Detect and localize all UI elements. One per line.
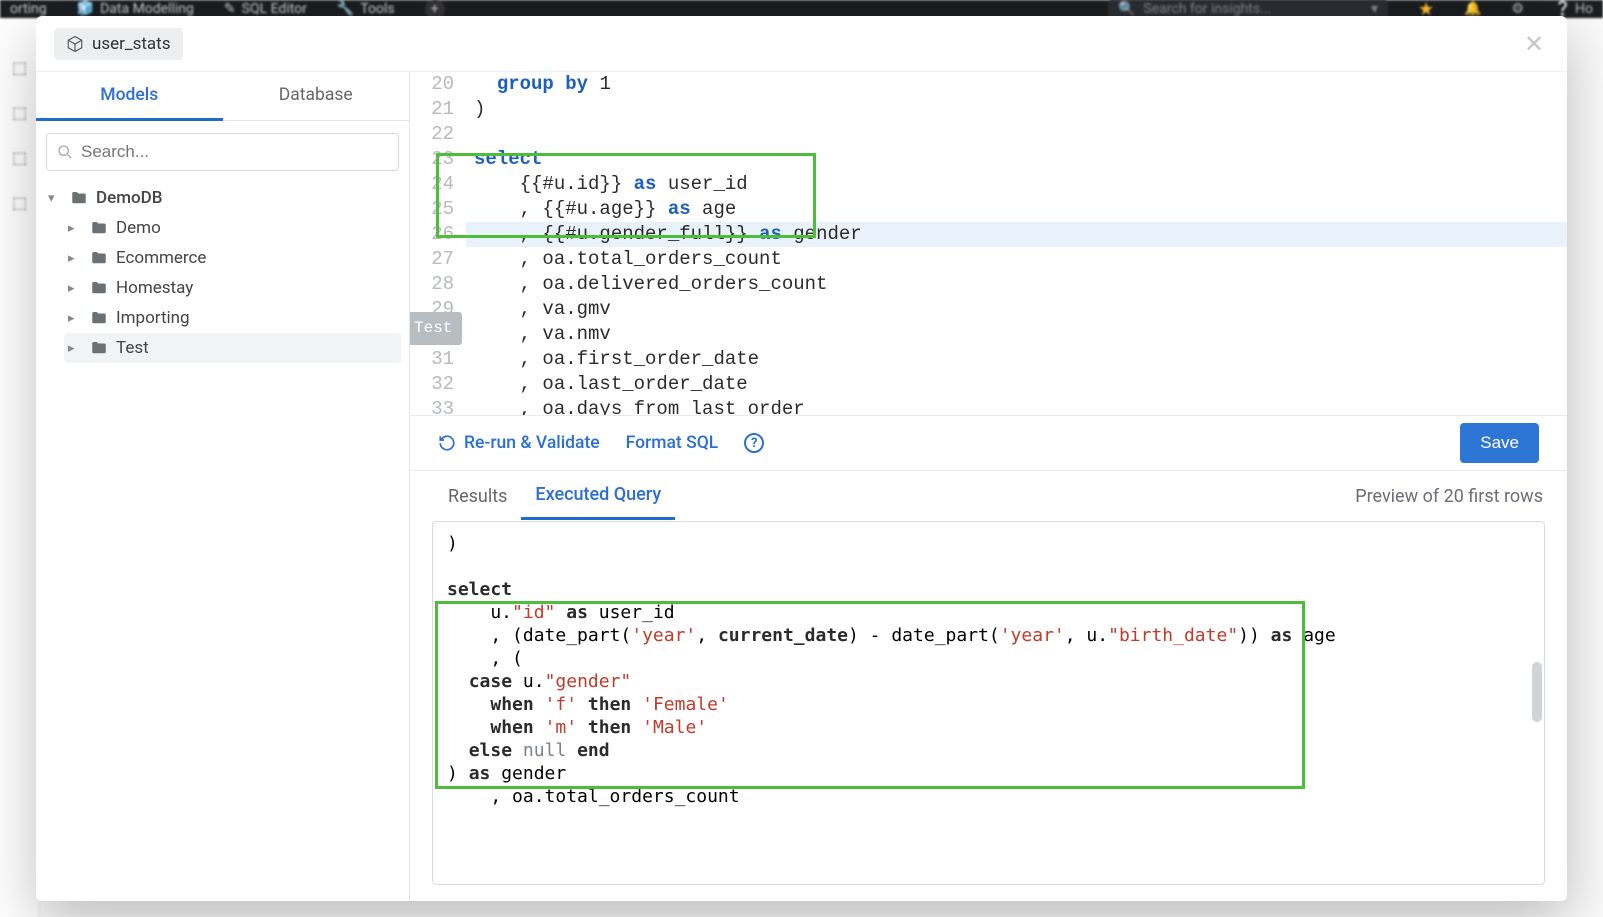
close-button[interactable]: ✕ — [1519, 29, 1549, 59]
search-placeholder: Search for insights... — [1143, 1, 1271, 17]
tree-item-demo[interactable]: ▸Demo — [64, 213, 401, 243]
lower-tabs: Results Executed Query Preview of 20 fir… — [410, 471, 1567, 521]
tree-item-ecommerce[interactable]: ▸Ecommerce — [64, 243, 401, 273]
topbar-item[interactable]: 🔧 Tools — [337, 1, 395, 17]
cube-icon: ⬚ — [12, 148, 27, 167]
cube-icon: ⬚ — [12, 193, 27, 212]
save-button[interactable]: Save — [1460, 423, 1539, 463]
model-tree: ▾DemoDB▸Demo▸Ecommerce▸Homestay▸Importin… — [36, 183, 409, 363]
cube-icon — [66, 35, 84, 53]
tree-root[interactable]: ▾DemoDB — [44, 183, 401, 213]
cube-icon: ⬚ — [12, 103, 27, 122]
topbar-item[interactable]: orting — [10, 1, 47, 17]
sql-editor[interactable]: 20212223242526272829303132333435 group b… — [410, 72, 1567, 415]
search-icon — [57, 144, 73, 160]
refresh-icon — [438, 434, 456, 452]
scrollbar[interactable] — [1532, 662, 1542, 722]
model-search-input[interactable] — [81, 142, 388, 162]
model-search[interactable] — [46, 133, 399, 171]
bg-sidebar: ⬚ ⬚ ⬚ ⬚ — [0, 18, 40, 917]
tree-item-importing[interactable]: ▸Importing — [64, 303, 401, 333]
model-chip-label: user_stats — [92, 34, 171, 54]
editor-code[interactable]: group by 1)select {{#u.id}} as user_id ,… — [466, 72, 1567, 415]
cube-icon: ⬚ — [12, 58, 27, 77]
tab-results[interactable]: Results — [434, 474, 521, 519]
editor-gutter: 20212223242526272829303132333435 — [410, 72, 466, 415]
modal-header: user_stats ✕ — [36, 16, 1567, 72]
help-icon[interactable]: ❔ Ho — [1554, 1, 1593, 17]
model-editor-modal: user_stats ✕ Models Database ▾DemoDB▸Dem… — [36, 16, 1567, 901]
tab-database[interactable]: Database — [223, 72, 410, 120]
executed-query-text: ) select u."id" as user_id , (date_part(… — [447, 532, 1530, 808]
tree-item-test[interactable]: ▸Test — [64, 333, 401, 363]
topbar-item[interactable]: 🧊 Data Modelling — [77, 1, 194, 17]
tab-executed-query[interactable]: Executed Query — [521, 472, 675, 520]
rerun-validate-button[interactable]: Re-run & Validate — [438, 433, 600, 453]
tree-item-homestay[interactable]: ▸Homestay — [64, 273, 401, 303]
chevron-down-icon: ▾ — [1371, 1, 1378, 17]
preview-label: Preview of 20 first rows — [1355, 486, 1543, 507]
model-chip[interactable]: user_stats — [54, 28, 183, 60]
executed-query-box[interactable]: ) select u."id" as user_id , (date_part(… — [432, 521, 1545, 885]
settings-icon[interactable]: ⚙ — [1512, 1, 1525, 17]
right-pane: 20212223242526272829303132333435 group b… — [410, 72, 1567, 901]
format-sql-button[interactable]: Format SQL — [626, 433, 719, 453]
test-tag[interactable]: Test — [410, 312, 462, 345]
bell-icon[interactable]: 🔔 — [1464, 1, 1481, 17]
search-icon: 🔍 — [1118, 1, 1135, 17]
left-pane: Models Database ▾DemoDB▸Demo▸Ecommerce▸H… — [36, 72, 410, 901]
topbar-item[interactable]: ✎ SQL Editor — [224, 1, 307, 17]
help-icon[interactable]: ? — [744, 433, 764, 453]
action-bar: Re-run & Validate Format SQL ? Save — [410, 415, 1567, 471]
left-pane-tabs: Models Database — [36, 72, 409, 121]
tab-models[interactable]: Models — [36, 72, 223, 121]
rerun-label: Re-run & Validate — [464, 433, 600, 453]
